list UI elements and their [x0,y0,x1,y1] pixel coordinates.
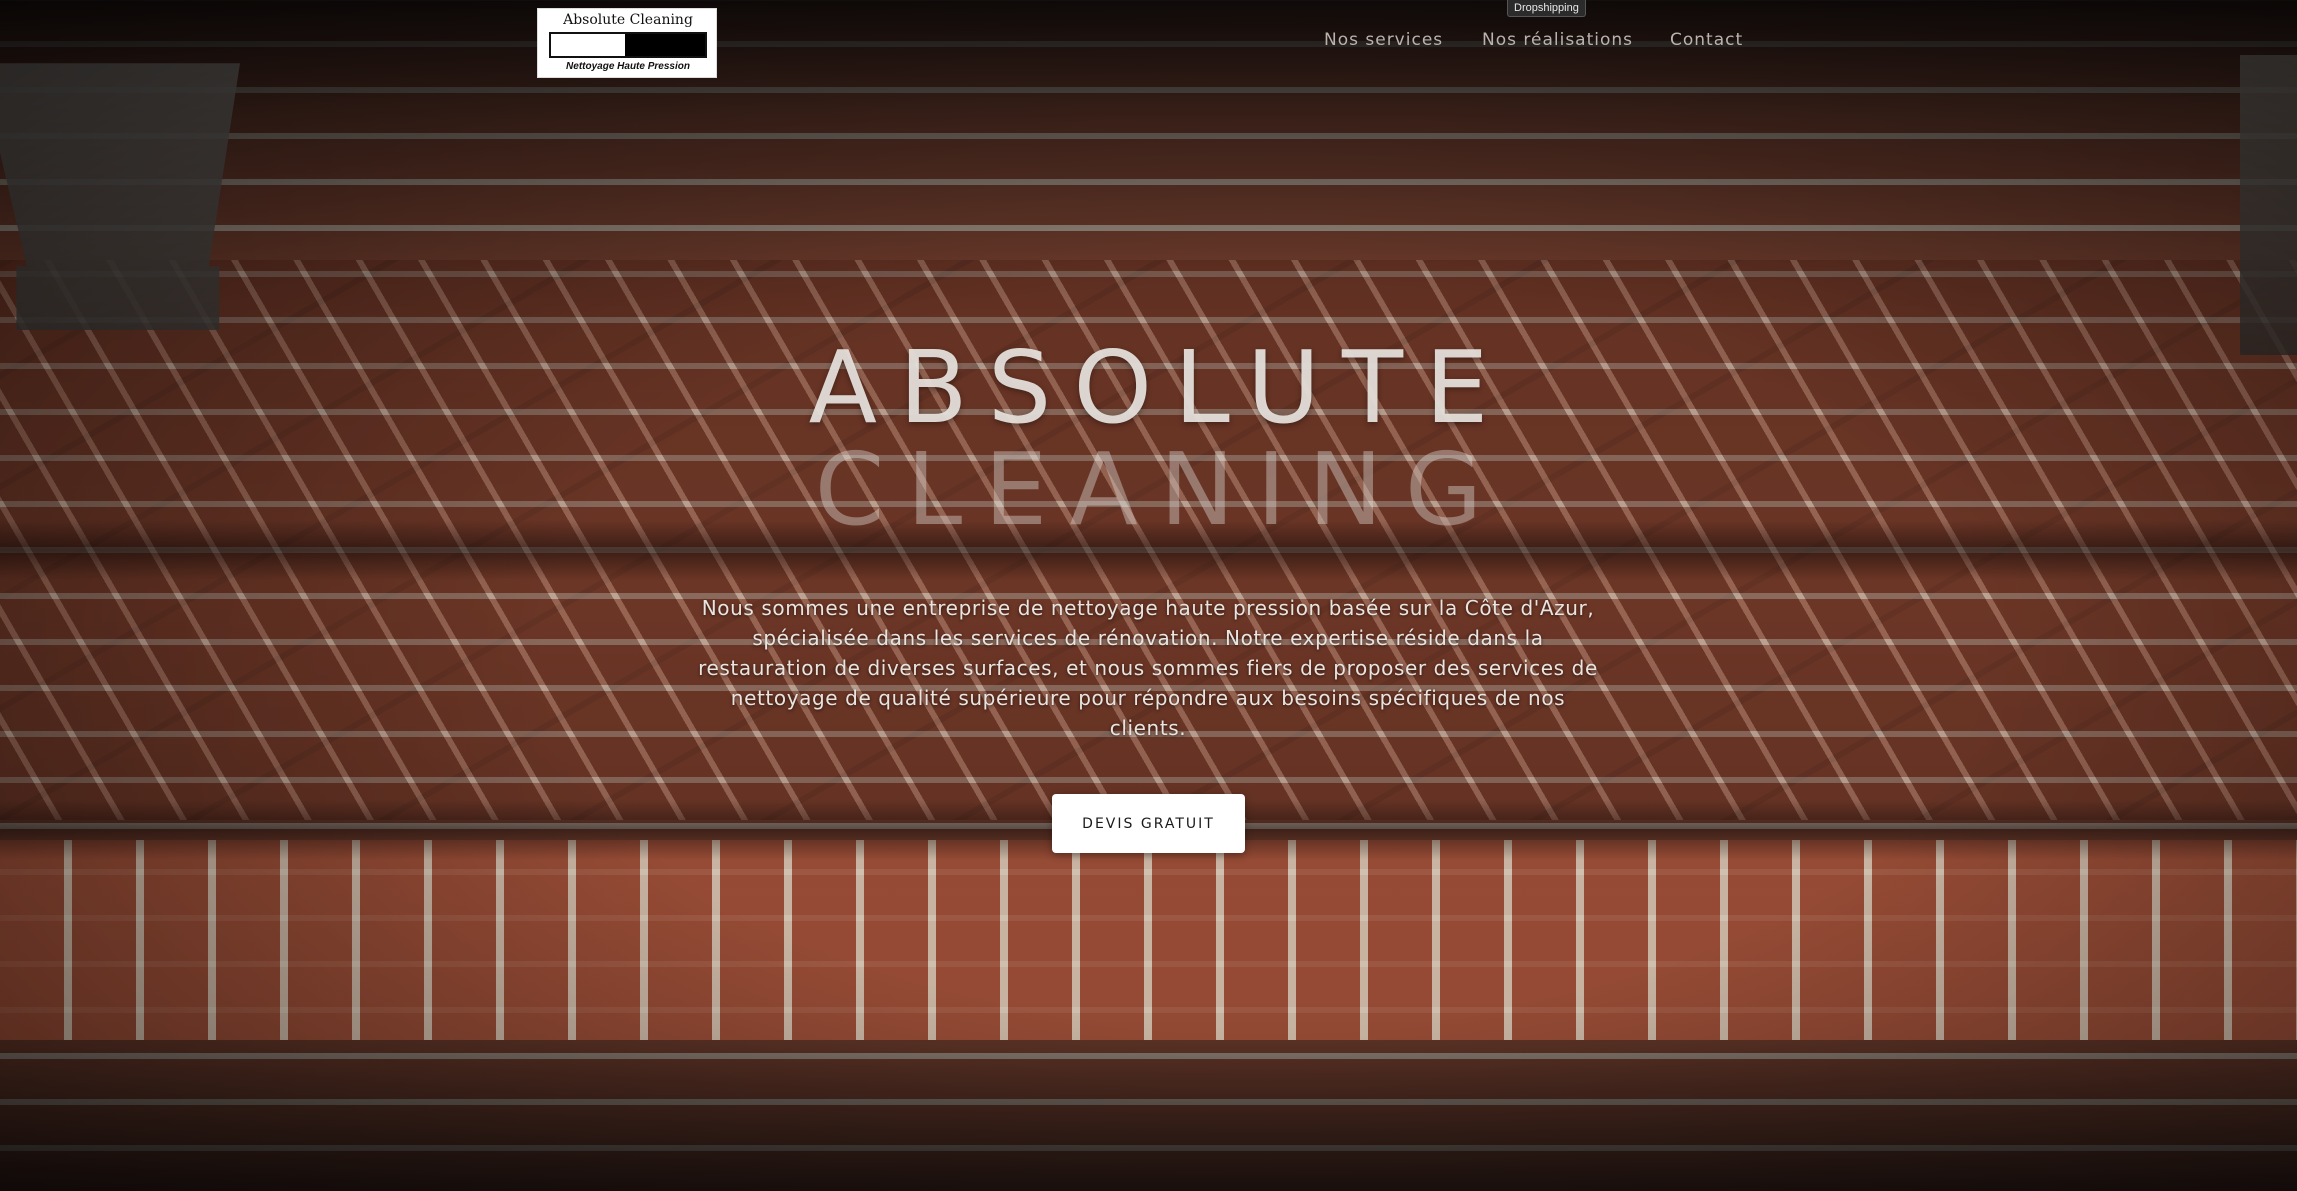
logo-subtitle: Nettoyage Haute Pression [566,61,690,72]
hero-title-line-2: CLEANING [814,431,1505,548]
logo-title: Absolute Cleaning [563,12,693,28]
hero-description: Nous sommes une entreprise de nettoyage … [698,596,1598,740]
hero-title-line-1: ABSOLUTE [808,329,1511,446]
logo-graphic [549,32,707,58]
site-logo[interactable]: Absolute Cleaning Nettoyage Haute Pressi… [537,8,717,78]
nav-link-contact[interactable]: Contact [1670,30,1743,50]
nav-link-services[interactable]: Nos services [1324,30,1443,50]
nav-link-realisations[interactable]: Nos réalisations [1482,30,1633,50]
free-quote-button[interactable]: DEVIS GRATUIT [1052,794,1245,853]
dropshipping-badge[interactable]: Dropshipping [1507,0,1586,17]
